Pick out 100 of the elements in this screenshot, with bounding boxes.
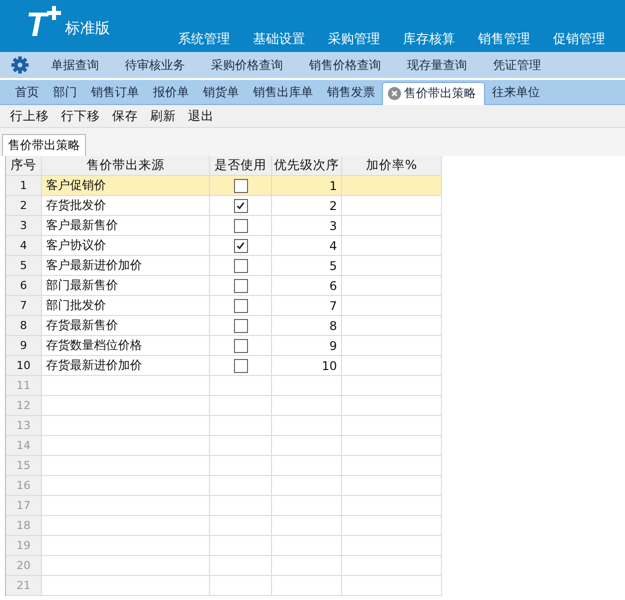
row-number: 11 xyxy=(6,376,42,396)
table-cell: 部门最新售价 xyxy=(42,276,210,296)
checkbox[interactable] xyxy=(234,318,248,332)
table-cell xyxy=(210,416,272,436)
table-cell xyxy=(272,416,342,436)
row-number: 16 xyxy=(6,476,42,496)
row-number: 10 xyxy=(6,356,42,376)
row-number: 7 xyxy=(6,296,42,316)
main-menu-item[interactable]: 基础设置 xyxy=(253,30,305,48)
toolbar-button[interactable]: 保存 xyxy=(106,108,144,124)
checkbox[interactable] xyxy=(234,358,248,372)
checkbox[interactable] xyxy=(234,238,248,252)
section-tab[interactable]: 售价带出策略 xyxy=(2,134,86,156)
document-tab[interactable]: 销售出库单 xyxy=(246,84,320,104)
table-cell: 6 xyxy=(272,276,342,296)
row-number: 19 xyxy=(6,536,42,556)
table-cell xyxy=(210,576,272,596)
quick-link[interactable]: 凭证管理 xyxy=(493,56,541,74)
checkbox[interactable] xyxy=(234,218,248,232)
document-tab[interactable]: 销货单 xyxy=(196,84,246,104)
table-cell xyxy=(272,496,342,516)
quick-link[interactable]: 现存量查询 xyxy=(407,56,467,74)
main-menu-item[interactable]: 促销管理 xyxy=(553,30,605,48)
checkbox[interactable] xyxy=(234,338,248,352)
table-cell xyxy=(210,456,272,476)
row-number: 12 xyxy=(6,396,42,416)
table-cell xyxy=(272,456,342,476)
table-cell: 存货批发价 xyxy=(42,196,210,216)
document-tab[interactable]: 报价单 xyxy=(146,84,196,104)
row-number: 1 xyxy=(6,176,42,196)
table-cell: 7 xyxy=(272,296,342,316)
row-number: 20 xyxy=(6,556,42,576)
quick-link[interactable]: 待审核业务 xyxy=(125,56,185,74)
quick-link[interactable]: 销售价格查询 xyxy=(309,56,381,74)
table-cell: 1 xyxy=(272,176,342,196)
table-cell: 10 xyxy=(272,356,342,376)
table-cell xyxy=(210,536,272,556)
document-tab[interactable]: 往来单位 xyxy=(485,84,547,104)
row-number: 4 xyxy=(6,236,42,256)
column-header: 优先级次序 xyxy=(272,156,342,176)
row-number: 15 xyxy=(6,456,42,476)
document-tab[interactable]: 部门 xyxy=(46,84,84,104)
table-cell: 存货数量档位价格 xyxy=(42,336,210,356)
close-icon[interactable] xyxy=(388,87,401,100)
document-tab[interactable]: 销售发票 xyxy=(320,84,382,104)
table-cell xyxy=(272,576,342,596)
row-number: 6 xyxy=(6,276,42,296)
toolbar-button[interactable]: 退出 xyxy=(182,108,220,124)
checkbox[interactable] xyxy=(234,178,248,192)
document-tab[interactable]: 销售订单 xyxy=(84,84,146,104)
table-cell: 4 xyxy=(272,236,342,256)
column-header: 加价率% xyxy=(342,156,442,176)
toolbar-button[interactable]: 行下移 xyxy=(55,108,106,124)
row-number: 9 xyxy=(6,336,42,356)
table-cell: 客户促销价 xyxy=(42,176,210,196)
table-cell: 9 xyxy=(272,336,342,356)
table-cell: 存货最新售价 xyxy=(42,316,210,336)
main-menu-item[interactable]: 库存核算 xyxy=(403,30,455,48)
row-number: 5 xyxy=(6,256,42,276)
table-cell: 5 xyxy=(272,256,342,276)
row-number: 17 xyxy=(6,496,42,516)
row-number: 3 xyxy=(6,216,42,236)
table-cell: 部门批发价 xyxy=(42,296,210,316)
checkbox[interactable] xyxy=(234,298,248,312)
column-header: 是否使用 xyxy=(210,156,272,176)
table-cell: 客户最新售价 xyxy=(42,216,210,236)
main-menu-item[interactable]: 销售管理 xyxy=(478,30,530,48)
toolbar-button[interactable]: 行上移 xyxy=(4,108,55,124)
document-tab[interactable]: 售价带出策略 xyxy=(382,82,485,105)
table-cell xyxy=(272,516,342,536)
row-number: 13 xyxy=(6,416,42,436)
toolbar-button[interactable]: 刷新 xyxy=(144,108,182,124)
checkbox[interactable] xyxy=(234,198,248,212)
document-tab[interactable]: 首页 xyxy=(8,84,46,104)
table-cell xyxy=(210,396,272,416)
checkbox[interactable] xyxy=(234,258,248,272)
table-cell: 客户协议价 xyxy=(42,236,210,256)
quick-link[interactable]: 采购价格查询 xyxy=(211,56,283,74)
checkmark-icon xyxy=(235,240,246,251)
table-cell xyxy=(272,436,342,456)
row-number: 2 xyxy=(6,196,42,216)
table-cell: 8 xyxy=(272,316,342,336)
row-number: 21 xyxy=(6,576,42,596)
quick-link[interactable]: 单据查询 xyxy=(51,56,99,74)
checkmark-icon xyxy=(235,200,246,211)
column-header: 序号 xyxy=(6,156,42,176)
table-cell: 3 xyxy=(272,216,342,236)
edition-label: 标准版 xyxy=(64,19,110,38)
settings-icon[interactable] xyxy=(11,56,29,74)
table-cell xyxy=(210,556,272,576)
table-cell xyxy=(210,436,272,456)
table-cell: 客户最新进价加价 xyxy=(42,256,210,276)
row-number: 14 xyxy=(6,436,42,456)
checkbox[interactable] xyxy=(234,278,248,292)
table-cell xyxy=(272,396,342,416)
column-header: 售价带出来源 xyxy=(42,156,210,176)
main-menu-item[interactable]: 采购管理 xyxy=(328,30,380,48)
table-cell xyxy=(272,476,342,496)
table-cell: 2 xyxy=(272,196,342,216)
main-menu-item[interactable]: 系统管理 xyxy=(178,30,230,48)
